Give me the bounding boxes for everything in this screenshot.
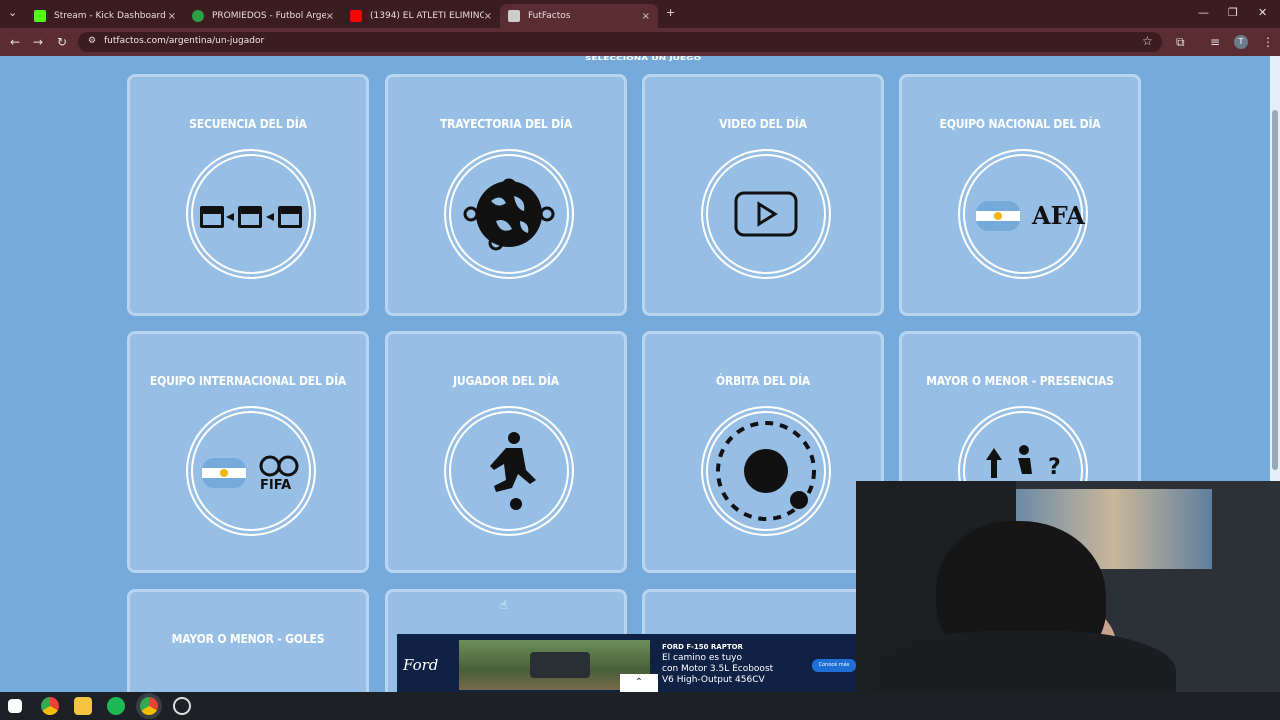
tab-title: FutFactos [528,11,571,21]
card-secuencia[interactable]: SECUENCIA DEL DÍA [127,74,369,316]
extensions-icon[interactable]: ⧉ [1176,35,1185,50]
card-title: VIDEO DEL DÍA [719,117,807,131]
tab-close-icon[interactable]: × [168,11,176,22]
card-title: JUGADOR DEL DÍA [453,374,559,388]
ford-logo: Ford [403,656,439,674]
media-icon[interactable]: ≡ [1210,35,1220,49]
back-icon[interactable]: ← [10,35,20,49]
obs-icon[interactable] [173,697,191,715]
mouse-cursor-icon: ☝ [500,598,508,612]
youtube-icon [350,10,362,22]
ad-model: FORD F-150 RAPTOR [662,643,743,651]
calendar-sequence-icon [186,149,316,279]
ad-collapse-icon[interactable]: ⌃ [620,674,658,692]
site-info-icon[interactable]: ⚙ [88,36,96,46]
tab-youtube[interactable]: (1394) EL ATLETI ELIMINÓ AL B × [342,4,500,28]
promiedos-icon [192,10,204,22]
card-video[interactable]: VIDEO DEL DÍA [642,74,884,316]
url-text[interactable]: futfactos.com/argentina/un-jugador [104,36,264,46]
card-title: ÓRBITA DEL DÍA [715,374,811,388]
reload-icon[interactable]: ↻ [57,35,67,49]
forward-icon[interactable]: → [33,35,43,49]
spotify-icon[interactable] [107,697,125,715]
afa-badge: AFA [1032,201,1085,230]
argentina-afa-icon: AFA [958,149,1088,279]
orbit-icon [701,406,831,536]
card-orbita[interactable]: ÓRBITA DEL DÍA [642,331,884,573]
ad-line3: V6 High-Output 456CV [662,675,765,685]
card-title: SECUENCIA DEL DÍA [189,117,307,131]
chrome-icon[interactable] [41,697,59,715]
card-title: EQUIPO NACIONAL DEL DÍA [939,117,1101,131]
globe-trajectory-icon [444,149,574,279]
close-window-button[interactable]: ✕ [1258,6,1267,19]
footballer-icon [444,406,574,536]
tab-title: PROMIEDOS - Futbol Argentino [212,11,326,21]
tab-close-icon[interactable]: × [484,11,492,22]
card-equipo-nacional[interactable]: EQUIPO NACIONAL DEL DÍA AFA [899,74,1141,316]
card-equipo-internacional[interactable]: EQUIPO INTERNACIONAL DEL DÍA FIFA [127,331,369,573]
kick-icon [34,10,46,22]
section-title: SELECCIONA UN JUEGO [585,56,702,62]
card-title: MAYOR O MENOR - GOLES [171,632,325,646]
card-title: TRAYECTORIA DEL DÍA [439,117,573,131]
browser-tab-strip: Stream - Kick Dashboard × PROMIEDOS - Fu… [0,0,1280,28]
webcam-overlay [856,481,1280,720]
tab-close-icon[interactable]: × [642,11,650,22]
card-trayectoria[interactable]: TRAYECTORIA DEL DÍA [385,74,627,316]
fifa-badge: FIFA [260,478,292,493]
tab-futfactos[interactable]: FutFactos × [500,4,658,28]
tab-kick[interactable]: Stream - Kick Dashboard × [26,4,184,28]
restore-button[interactable]: ❐ [1228,6,1238,19]
tab-title: (1394) EL ATLETI ELIMINÓ AL B [370,11,484,21]
card-title: EQUIPO INTERNACIONAL DEL DÍA [149,374,347,388]
bookmark-star-icon[interactable]: ☆ [1142,34,1153,48]
svg-text:?: ? [1048,455,1061,480]
profile-avatar[interactable]: T [1234,35,1248,49]
windows-start-icon[interactable] [8,699,22,713]
minimize-button[interactable]: — [1198,6,1209,19]
ad-cta-button[interactable]: Conocé más [812,659,856,672]
argentina-fifa-icon: FIFA [186,406,316,536]
chrome-active-icon[interactable] [140,697,158,715]
futfactos-icon [508,10,520,22]
menu-icon[interactable]: ⋮ [1262,35,1274,49]
tab-title: Stream - Kick Dashboard [54,11,166,21]
truck-image [530,652,590,678]
ad-line1: El camino es tuyo [662,653,743,663]
card-title: MAYOR O MENOR - PRESENCIAS [926,374,1114,388]
play-video-icon [701,149,831,279]
card-jugador[interactable]: JUGADOR DEL DÍA [385,331,627,573]
scrollbar-thumb[interactable] [1272,110,1278,470]
tab-search-icon[interactable]: ⌄ [8,6,17,19]
taskbar [0,692,1280,720]
tab-promiedos[interactable]: PROMIEDOS - Futbol Argentino × [184,4,342,28]
new-tab-button[interactable]: + [666,6,675,19]
file-explorer-icon[interactable] [74,697,92,715]
ad-line2: con Motor 3.5L Ecoboost [662,664,774,674]
card-mayor-menor-goles[interactable]: MAYOR O MENOR - GOLES [127,589,369,699]
tab-close-icon[interactable]: × [326,11,334,22]
